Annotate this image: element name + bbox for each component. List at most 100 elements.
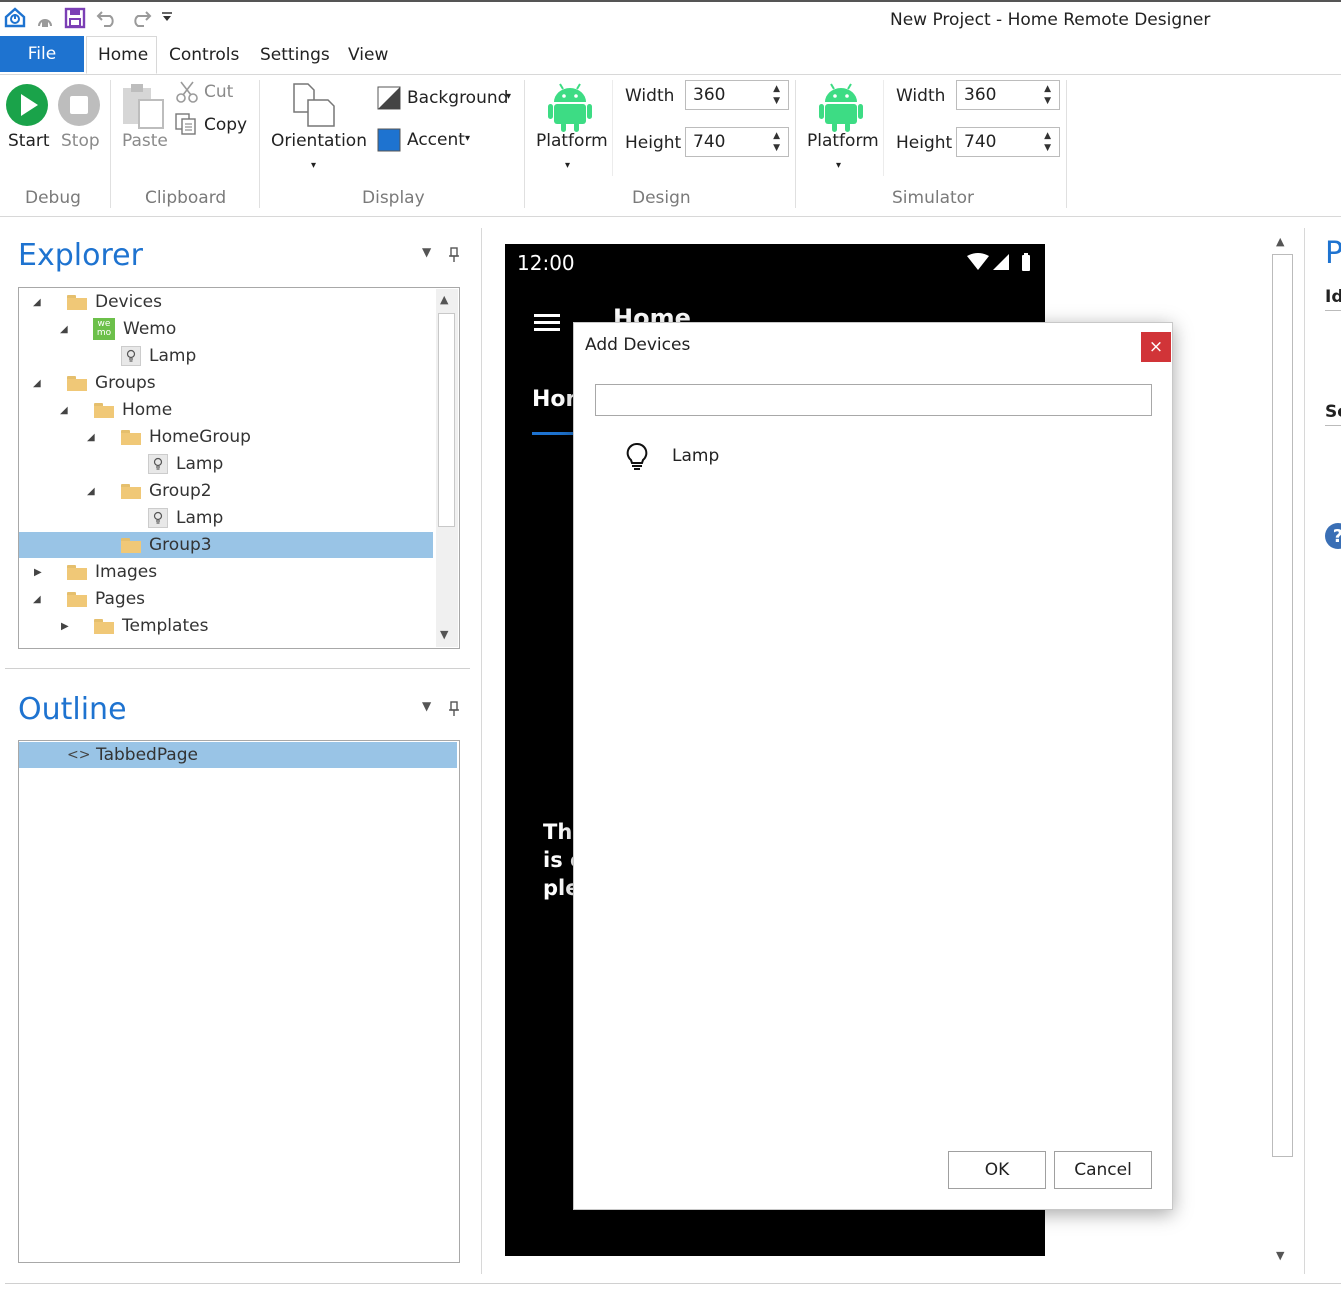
tab-controls[interactable]: Controls: [169, 36, 239, 74]
simulator-platform-dropdown-icon[interactable]: ▾: [836, 160, 841, 171]
folder-open-icon: [67, 591, 87, 607]
copy-button[interactable]: Copy: [204, 115, 247, 135]
tree-item-lamp[interactable]: Lamp: [19, 451, 433, 477]
splitter[interactable]: [481, 228, 482, 1274]
close-button[interactable]: ×: [1141, 332, 1171, 362]
expanded-arrow-icon[interactable]: ◢: [87, 486, 95, 497]
ribbon-separator: [612, 80, 613, 176]
background-swatch-icon[interactable]: [377, 86, 401, 110]
tree-item-groups[interactable]: ◢ Groups: [19, 370, 433, 396]
accent-dropdown-icon[interactable]: ▾: [465, 133, 470, 144]
simulator-height-label: Height: [896, 133, 953, 153]
stop-button[interactable]: Stop: [61, 131, 100, 151]
design-height-input[interactable]: 740 ▲ ▼: [685, 127, 789, 157]
lightbulb-icon: [148, 508, 168, 528]
android-icon[interactable]: [548, 82, 592, 132]
outline-pin-icon[interactable]: [448, 701, 460, 717]
collapsed-arrow-icon[interactable]: ▶: [61, 621, 69, 632]
explorer-pin-icon[interactable]: [448, 247, 460, 263]
tree-item-group2[interactable]: ◢ Group2: [19, 478, 433, 504]
start-button[interactable]: Start: [8, 131, 50, 151]
file-tab[interactable]: File: [0, 36, 84, 72]
spinner-arrows-icon[interactable]: ▲ ▼: [1044, 83, 1051, 107]
ok-button[interactable]: OK: [948, 1151, 1046, 1189]
outline-menu-dropdown-icon[interactable]: ▼: [422, 699, 431, 713]
spinner-arrows-icon[interactable]: ▲ ▼: [1044, 130, 1051, 154]
properties-title: P: [1325, 236, 1341, 271]
device-list-item[interactable]: Lamp: [624, 439, 984, 473]
tree-item-lamp[interactable]: Lamp: [19, 343, 433, 369]
scroll-up-arrow-icon[interactable]: ▲: [440, 293, 448, 306]
app-logo-icon[interactable]: [4, 6, 26, 28]
design-width-input[interactable]: 360 ▲ ▼: [685, 80, 789, 110]
simulator-platform-button[interactable]: Platform: [807, 131, 879, 151]
copy-icon[interactable]: [175, 113, 197, 135]
cancel-button[interactable]: Cancel: [1054, 1151, 1152, 1189]
tab-settings[interactable]: Settings: [260, 36, 330, 74]
paste-icon[interactable]: [121, 82, 167, 130]
spinner-arrows-icon[interactable]: ▲ ▼: [773, 130, 780, 154]
outline-item-tabbedpage[interactable]: <> TabbedPage: [19, 742, 457, 768]
cut-icon[interactable]: [176, 81, 198, 103]
design-platform-button[interactable]: Platform: [536, 131, 608, 151]
expanded-arrow-icon[interactable]: ◢: [33, 378, 41, 389]
scroll-down-arrow-icon[interactable]: ▼: [440, 628, 448, 641]
orientation-dropdown-icon[interactable]: ▾: [311, 160, 316, 171]
property-underline: [1325, 310, 1341, 311]
expanded-arrow-icon[interactable]: ◢: [60, 405, 68, 416]
tree-item-images[interactable]: ▶ Images: [19, 559, 433, 585]
help-icon[interactable]: ?: [1325, 523, 1341, 549]
tree-item-pages[interactable]: ◢ Pages: [19, 586, 433, 612]
android-icon[interactable]: [819, 82, 863, 132]
dialog-title: Add Devices: [585, 335, 691, 355]
tree-item-lamp[interactable]: Lamp: [19, 505, 433, 531]
designer-scrollbar[interactable]: ▲ ▼: [1271, 232, 1294, 1268]
paste-button[interactable]: Paste: [122, 131, 168, 151]
tree-item-home[interactable]: ◢ Home: [19, 397, 433, 423]
redo-icon[interactable]: [128, 8, 152, 28]
explorer-menu-dropdown-icon[interactable]: ▼: [422, 245, 431, 259]
orientation-icon[interactable]: [290, 82, 338, 130]
tree-item-homegroup[interactable]: ◢ HomeGroup: [19, 424, 433, 450]
design-platform-dropdown-icon[interactable]: ▾: [565, 160, 570, 171]
simulator-height-input[interactable]: 740 ▲ ▼: [956, 127, 1060, 157]
background-button[interactable]: Background: [407, 88, 508, 108]
tree-item-wemo[interactable]: ◢ we mo Wemo: [19, 316, 433, 342]
spinner-arrows-icon[interactable]: ▲ ▼: [773, 83, 780, 107]
hamburger-menu-icon[interactable]: [534, 314, 560, 332]
design-width-label: Width: [625, 86, 675, 106]
tree-item-group3[interactable]: Group3: [19, 532, 433, 558]
expanded-arrow-icon[interactable]: ◢: [87, 432, 95, 443]
tab-view[interactable]: View: [348, 36, 388, 74]
lightbulb-icon: [148, 454, 168, 474]
scroll-thumb[interactable]: [1272, 254, 1293, 1157]
background-dropdown-icon[interactable]: ▾: [506, 91, 511, 102]
open-icon[interactable]: [34, 8, 56, 30]
cut-button[interactable]: Cut: [204, 82, 233, 102]
expanded-arrow-icon[interactable]: ◢: [33, 594, 41, 605]
customize-dropdown-icon[interactable]: [161, 12, 173, 22]
simulator-width-label: Width: [896, 86, 946, 106]
expanded-arrow-icon[interactable]: ◢: [60, 324, 68, 335]
tree-item-templates[interactable]: ▶ Templates: [19, 613, 433, 639]
ribbon-separator: [259, 80, 260, 208]
tab-home[interactable]: Home: [86, 36, 157, 74]
scroll-thumb[interactable]: [438, 313, 455, 527]
folder-open-icon: [94, 402, 114, 418]
scroll-up-arrow-icon[interactable]: ▲: [1276, 235, 1284, 248]
explorer-scrollbar[interactable]: ▲ ▼: [436, 289, 458, 647]
collapsed-arrow-icon[interactable]: ▶: [34, 567, 42, 578]
orientation-button[interactable]: Orientation: [271, 131, 367, 151]
tree-item-devices[interactable]: ◢ Devices: [19, 289, 433, 315]
search-input[interactable]: [595, 384, 1152, 416]
accent-swatch-icon[interactable]: [377, 128, 401, 152]
splitter[interactable]: [1304, 228, 1305, 1274]
scroll-down-arrow-icon[interactable]: ▼: [1276, 1249, 1284, 1262]
expanded-arrow-icon[interactable]: ◢: [33, 297, 41, 308]
accent-button[interactable]: Accent: [407, 130, 465, 150]
save-icon[interactable]: [64, 7, 86, 29]
simulator-width-input[interactable]: 360 ▲ ▼: [956, 80, 1060, 110]
start-icon[interactable]: [5, 83, 49, 127]
stop-icon[interactable]: [57, 83, 101, 127]
undo-icon[interactable]: [96, 8, 120, 28]
